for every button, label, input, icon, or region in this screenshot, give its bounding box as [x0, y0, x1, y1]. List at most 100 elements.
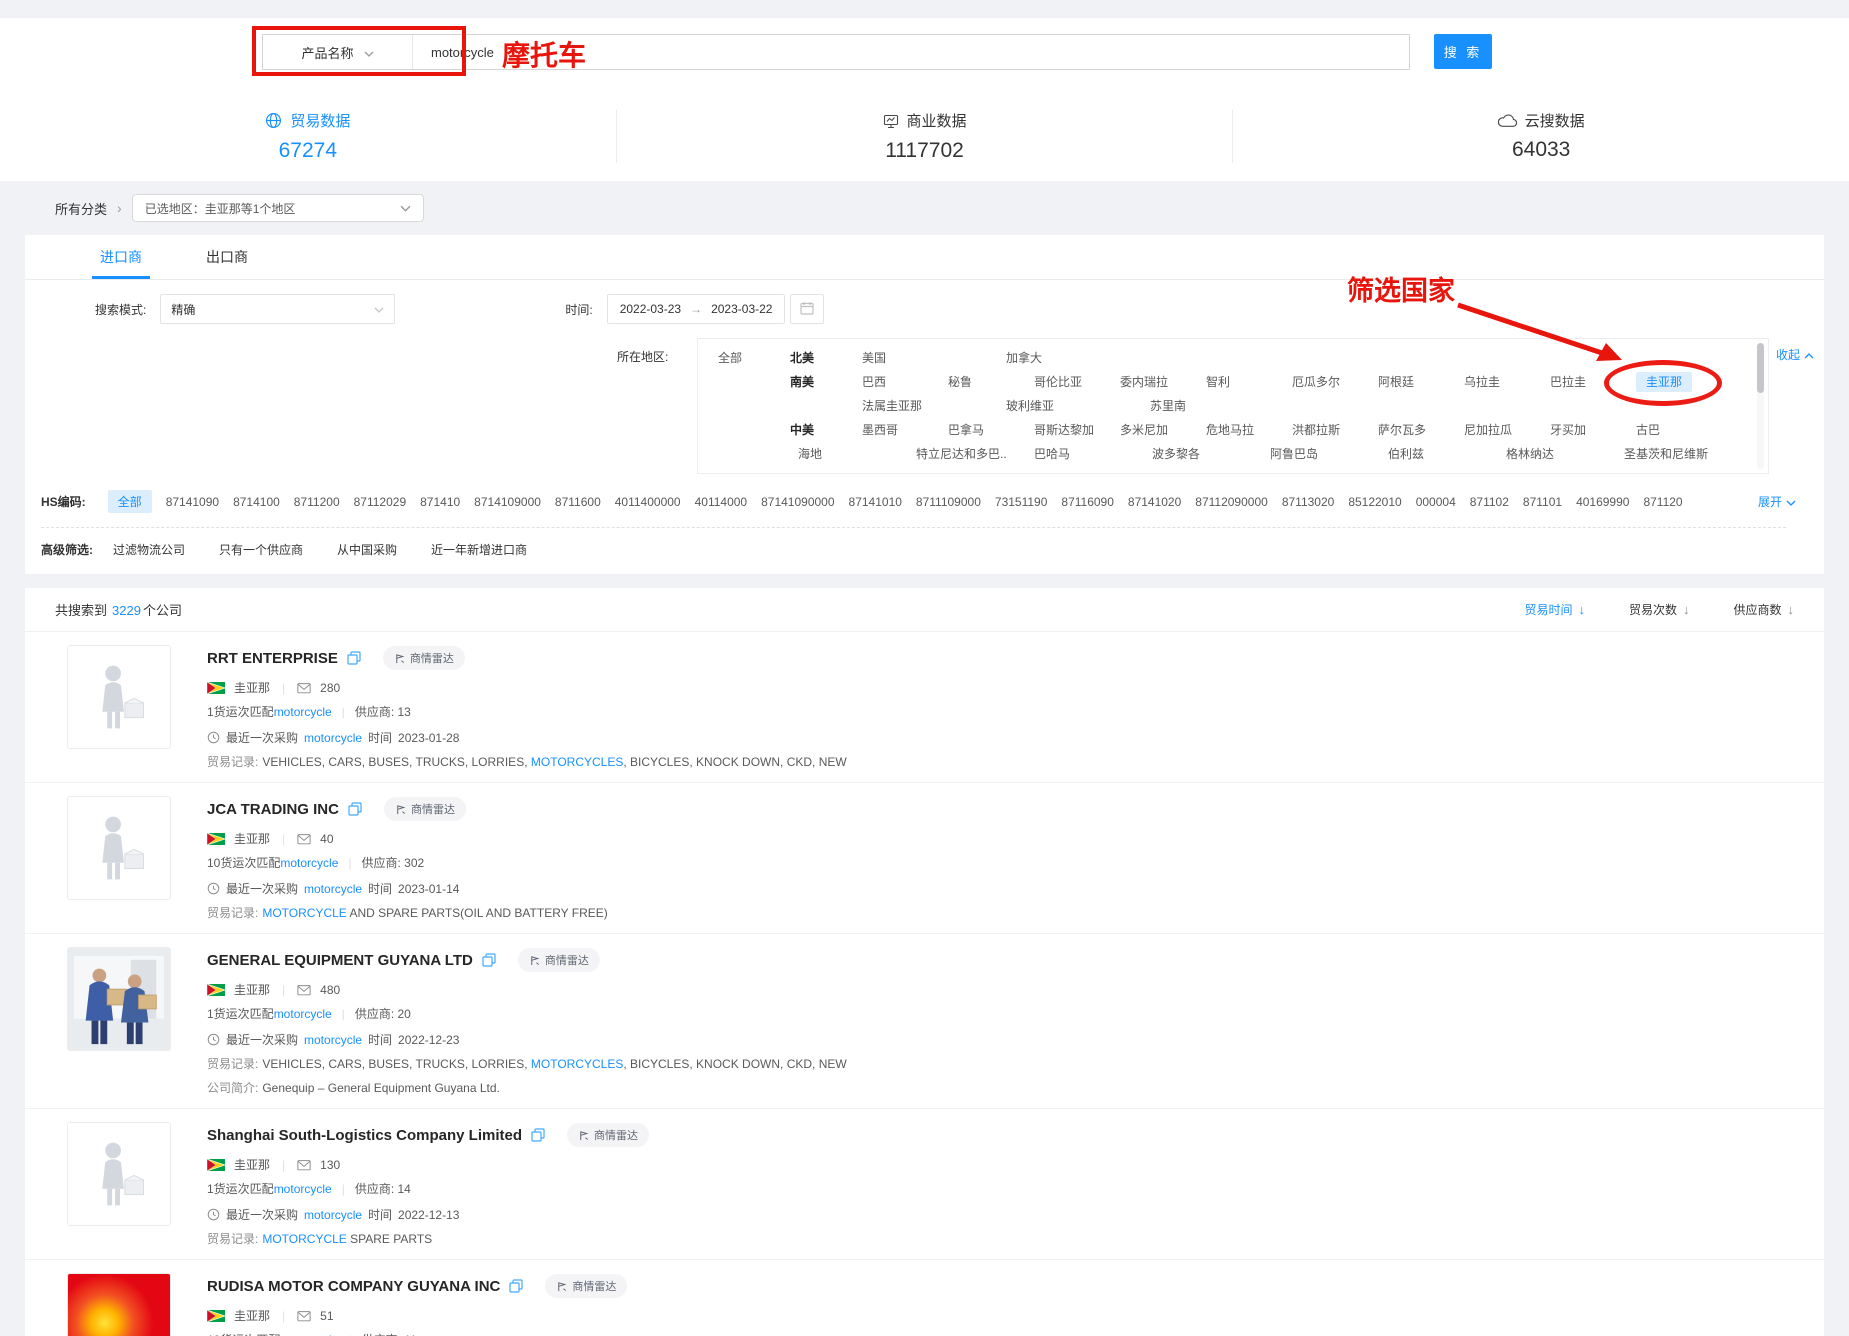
region-item[interactable]: 巴拉圭: [1550, 373, 1614, 390]
region-scrollbar-thumb[interactable]: [1757, 343, 1764, 393]
company-name[interactable]: RUDISA MOTOR COMPANY GUYANA INC: [207, 1278, 500, 1295]
region-item[interactable]: 萨尔瓦多: [1378, 421, 1442, 438]
radar-badge[interactable]: 商情雷达: [545, 1274, 627, 1298]
region-item[interactable]: 牙买加: [1550, 421, 1614, 438]
hs-code-tag[interactable]: 87112029: [354, 495, 407, 509]
region-item[interactable]: 秘鲁: [948, 373, 1012, 390]
advanced-filter-item[interactable]: 过滤物流公司: [113, 541, 185, 558]
region-item[interactable]: 墨西哥: [862, 421, 926, 438]
hs-code-tag[interactable]: 85122010: [1348, 495, 1401, 509]
company-name[interactable]: RRT ENTERPRISE: [207, 650, 338, 667]
search-field-select[interactable]: 产品名称: [263, 35, 413, 69]
company-thumbnail[interactable]: [67, 1273, 171, 1336]
region-item[interactable]: 阿根廷: [1378, 373, 1442, 390]
hs-code-tag[interactable]: 871410: [420, 495, 460, 509]
purchase-keyword-link[interactable]: motorcycle: [304, 882, 362, 896]
region-item[interactable]: 尼加拉瓜: [1464, 421, 1528, 438]
region-item[interactable]: 哥斯达黎加: [1034, 421, 1098, 438]
company-thumbnail[interactable]: [67, 645, 171, 749]
company-name[interactable]: Shanghai South-Logistics Company Limited: [207, 1127, 522, 1144]
advanced-filter-item[interactable]: 只有一个供应商: [219, 541, 303, 558]
copy-doc-icon[interactable]: [509, 1279, 523, 1293]
company-thumbnail[interactable]: [67, 1122, 171, 1226]
hs-code-tag[interactable]: 87112090000: [1195, 495, 1268, 509]
copy-doc-icon[interactable]: [347, 651, 361, 665]
radar-badge[interactable]: 商情雷达: [384, 797, 466, 821]
hs-code-tag[interactable]: 8711109000: [916, 495, 981, 509]
hs-code-tag[interactable]: 871120: [1643, 495, 1682, 509]
region-item[interactable]: 格林纳达: [1506, 445, 1602, 462]
hs-code-tag[interactable]: 87113020: [1282, 495, 1335, 509]
hs-code-tag[interactable]: 871102: [1470, 495, 1509, 509]
copy-doc-icon[interactable]: [482, 953, 496, 967]
advanced-filter-item[interactable]: 从中国采购: [337, 541, 397, 558]
hs-code-tag[interactable]: 40169990: [1576, 495, 1629, 509]
radar-badge[interactable]: 商情雷达: [518, 948, 600, 972]
hs-code-tag[interactable]: 87116090: [1061, 495, 1114, 509]
region-item[interactable]: 波多黎各: [1152, 445, 1248, 462]
region-item[interactable]: 洪都拉斯: [1292, 421, 1356, 438]
stat-2[interactable]: 商业数据1117702: [616, 110, 1233, 163]
region-item[interactable]: 委内瑞拉: [1120, 373, 1184, 390]
region-item[interactable]: 苏里南: [1150, 397, 1272, 414]
match-keyword-link[interactable]: motorcycle: [274, 705, 332, 719]
trade-records-keyword[interactable]: MOTORCYCLE: [262, 1232, 346, 1246]
hs-code-tag[interactable]: 87141090: [166, 495, 219, 509]
region-item[interactable]: 阿鲁巴岛: [1270, 445, 1366, 462]
company-name[interactable]: GENERAL EQUIPMENT GUYANA LTD: [207, 952, 473, 969]
sort-item[interactable]: 供应商数↓: [1733, 601, 1794, 618]
region-item[interactable]: 厄瓜多尔: [1292, 373, 1356, 390]
match-keyword-link[interactable]: motorcycle: [274, 1182, 332, 1196]
search-button[interactable]: 搜 索: [1434, 34, 1492, 69]
advanced-filter-item[interactable]: 近一年新增进口商: [431, 541, 527, 558]
copy-doc-icon[interactable]: [348, 802, 362, 816]
radar-badge[interactable]: 商情雷达: [383, 646, 465, 670]
region-item[interactable]: 加拿大: [1006, 349, 1128, 366]
sort-item[interactable]: 贸易次数↓: [1629, 601, 1690, 618]
region-scrollbar[interactable]: [1757, 343, 1764, 469]
hs-code-tag[interactable]: 8711200: [294, 495, 340, 509]
purchase-keyword-link[interactable]: motorcycle: [304, 1033, 362, 1047]
region-item[interactable]: 巴拿马: [948, 421, 1012, 438]
hs-code-tag[interactable]: 8714109000: [474, 495, 541, 509]
region-item[interactable]: 特立尼达和多巴..: [916, 445, 1012, 462]
company-name[interactable]: JCA TRADING INC: [207, 801, 339, 818]
search-input[interactable]: [413, 35, 1409, 69]
hs-code-tag[interactable]: 87141010: [849, 495, 902, 509]
company-thumbnail[interactable]: [67, 796, 171, 900]
region-item-selected[interactable]: 圭亚那: [1636, 372, 1692, 392]
hs-code-tag[interactable]: 87141090000: [761, 495, 834, 509]
region-item[interactable]: 巴哈马: [1034, 445, 1130, 462]
calendar-button[interactable]: [790, 294, 824, 324]
region-item[interactable]: 巴西: [862, 373, 926, 390]
company-thumbnail[interactable]: [67, 947, 171, 1051]
region-item[interactable]: 伯利兹: [1388, 445, 1484, 462]
hs-code-tag[interactable]: 40114000: [695, 495, 748, 509]
stat-3[interactable]: 云搜数据64033: [1232, 110, 1849, 163]
copy-doc-icon[interactable]: [531, 1128, 545, 1142]
search-mode-select[interactable]: 精确: [160, 294, 395, 324]
hs-code-tag[interactable]: 87141020: [1128, 495, 1181, 509]
breadcrumb-root[interactable]: 所有分类: [55, 199, 107, 218]
expand-toggle[interactable]: 展开: [1758, 493, 1796, 510]
region-item-all[interactable]: 全部: [718, 349, 768, 366]
hs-code-tag[interactable]: 73151190: [995, 495, 1048, 509]
region-item[interactable]: 古巴: [1636, 421, 1700, 438]
hs-code-tag[interactable]: 8711600: [555, 495, 601, 509]
stat-1[interactable]: 贸易数据67274: [0, 110, 616, 163]
sort-item[interactable]: 贸易时间↓: [1524, 601, 1585, 618]
hs-code-tag[interactable]: 871101: [1523, 495, 1562, 509]
tab-importers[interactable]: 进口商: [100, 235, 142, 279]
tab-exporters[interactable]: 出口商: [206, 235, 248, 279]
trade-records-keyword[interactable]: MOTORCYCLES: [531, 755, 623, 769]
purchase-keyword-link[interactable]: motorcycle: [304, 731, 362, 745]
region-item[interactable]: 法属圭亚那: [862, 397, 984, 414]
trade-records-keyword[interactable]: MOTORCYCLES: [531, 1057, 623, 1071]
collapse-toggle[interactable]: 收起: [1776, 346, 1814, 363]
region-item[interactable]: 哥伦比亚: [1034, 373, 1098, 390]
region-item[interactable]: 美国: [862, 349, 984, 366]
trade-records-keyword[interactable]: MOTORCYCLE: [262, 906, 346, 920]
radar-badge[interactable]: 商情雷达: [567, 1123, 649, 1147]
region-item[interactable]: 智利: [1206, 373, 1270, 390]
hs-code-tag[interactable]: 4011400000: [615, 495, 681, 509]
